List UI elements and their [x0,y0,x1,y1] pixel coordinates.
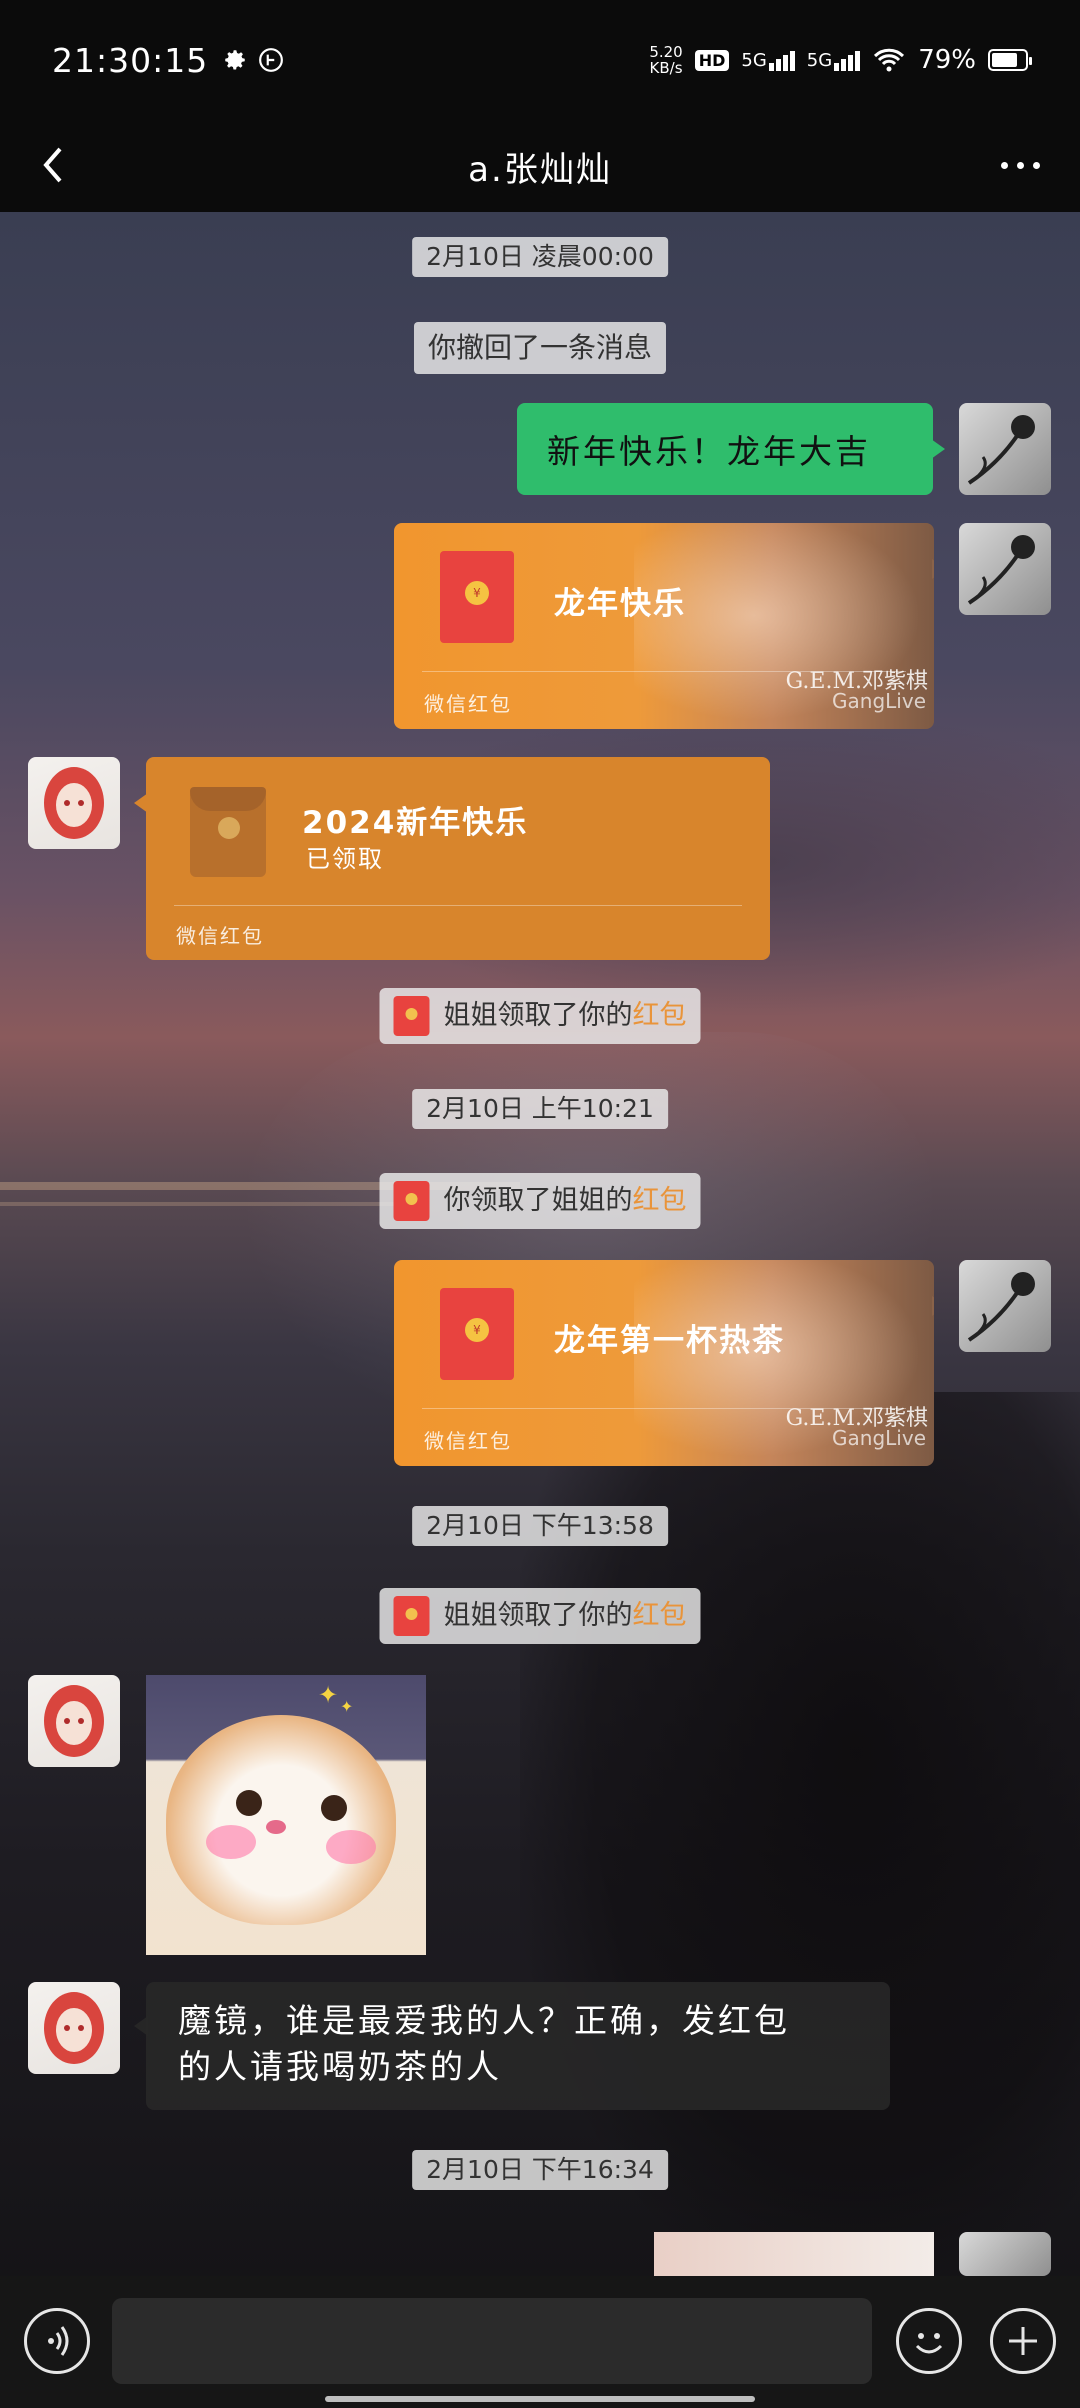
net-speed: 5.20 KB/s [649,44,682,76]
more-actions-button[interactable] [990,2308,1056,2374]
hongbao-card[interactable]: ¥ 龙年快乐 微信红包 G.E.M.邓紫棋 GangLive [394,523,934,729]
more-dots-icon [1000,161,1008,169]
back-button[interactable] [30,140,80,190]
battery-icon [988,49,1032,71]
avatar[interactable] [959,403,1051,495]
net2-label: 5G [806,49,833,71]
wifi-icon [874,48,905,72]
notice-text: 你领取了姐姐的 [443,1185,633,1216]
message-text-line: 魔镜，谁是最爱我的人？正确，发红包 [178,2001,790,2040]
rose-icon [967,1272,1035,1342]
hongbao-title: 2024新年快乐 [302,805,529,841]
red-envelope-icon [393,996,430,1036]
cat-face [166,1715,396,1925]
emoji-button[interactable] [896,2308,962,2374]
hd-icon: HD [694,49,730,71]
hongbao-card-opened[interactable]: 2024新年快乐 已领取 微信红包 [134,757,770,960]
hongbao-footer: 微信红包 [176,924,264,948]
hongbao-status: 已领取 [306,845,384,873]
avatar[interactable] [959,2232,1051,2276]
hongbao-claim-notice: 你领取了姐姐的红包 [379,1173,701,1229]
hongbao-title: 龙年快乐 [554,586,686,622]
anime-girl-icon [44,1685,104,1757]
chevron-left-icon [43,147,62,183]
rose-icon [967,535,1035,605]
battery-percent: 79% [918,45,976,75]
cat-eye [236,1790,262,1816]
timestamp: 2月10日 下午16:34 [412,2150,668,2190]
message-text: 新年快乐！龙年大吉 [547,432,871,471]
nfc-icon [259,48,284,72]
plus-icon [1009,2327,1037,2355]
red-envelope-icon: ¥ [440,1288,514,1380]
avatar[interactable] [959,1260,1051,1352]
net-speed-value: 5.20 [649,43,683,61]
status-time: 21:30:15 [52,40,209,80]
cat-blush [206,1825,256,1859]
anime-girl-icon [44,767,104,839]
timestamp: 2月10日 凌晨00:00 [412,237,668,277]
divider [174,905,742,906]
voice-button[interactable] [24,2308,90,2374]
status-icons-left [222,47,284,73]
image-message-partial[interactable] [654,2232,934,2276]
avatar[interactable] [28,757,120,849]
status-right: 5.20 KB/s HD 5G 5G 79% [649,44,1032,76]
signal-icon-2: 5G [806,49,861,71]
hongbao-claim-notice: 姐姐领取了你的红包 [379,1588,701,1644]
input-bar [0,2276,1080,2408]
anime-girl-icon [44,1992,104,2064]
signal-icon: 5G [741,49,795,71]
rose-icon [967,415,1035,485]
net-speed-unit: KB/s [649,59,683,77]
red-envelope-icon [393,1596,430,1636]
hongbao-footer: 微信红包 [424,1429,512,1453]
cat-sticker[interactable]: ✦ ✦ [146,1675,426,1955]
home-indicator[interactable] [325,2396,755,2402]
chat-title[interactable]: a.张灿灿 [468,142,612,191]
hongbao-footer: 微信红包 [424,692,512,716]
cat-nose [266,1820,286,1834]
chat-header: a.张灿灿 [0,120,1080,212]
hongbao-link[interactable]: 红包 [633,1000,687,1031]
opened-envelope-icon [190,787,266,877]
net1-label: 5G [741,49,767,71]
hongbao-title: 龙年第一杯热茶 [554,1323,785,1359]
avatar[interactable] [959,523,1051,615]
sparkle-icon: ✦ [318,1681,339,1709]
hongbao-link[interactable]: 红包 [633,1600,687,1631]
message-input[interactable] [112,2298,872,2384]
message-text-line: 的人请我喝奶茶的人 [178,2047,502,2086]
recall-notice: 你撤回了一条消息 [413,322,667,374]
chat-area[interactable] [0,212,1080,2276]
cat-blush [326,1830,376,1864]
avatar[interactable] [28,1982,120,2074]
sparkle-icon: ✦ [340,1697,354,1716]
emoji-icon [915,2333,943,2354]
voice-icon [48,2326,69,2356]
hongbao-brand-sub: GangLive [832,1426,926,1450]
notice-text: 姐姐领取了你的 [443,1000,633,1031]
message-bubble-outgoing[interactable]: 新年快乐！龙年大吉 [517,403,945,495]
message-bubble-incoming[interactable]: 魔镜，谁是最爱我的人？正确，发红包 的人请我喝奶茶的人 [134,1982,890,2110]
red-envelope-icon [393,1181,430,1221]
avatar[interactable] [28,1675,120,1767]
cat-eye [321,1795,347,1821]
hongbao-card[interactable]: ¥ 龙年第一杯热茶 微信红包 G.E.M.邓紫棋 GangLive [394,1260,934,1466]
timestamp: 2月10日 下午13:58 [412,1506,668,1546]
hongbao-brand-sub: GangLive [832,689,926,713]
gear-icon [225,50,245,70]
red-envelope-icon: ¥ [440,551,514,643]
hongbao-claim-notice: 姐姐领取了你的红包 [379,988,701,1044]
timestamp: 2月10日 上午10:21 [412,1089,668,1129]
hongbao-link[interactable]: 红包 [633,1185,687,1216]
status-bar: 21:30:15 5.20 KB/s HD 5G 5G 79% [0,0,1080,120]
notice-text: 姐姐领取了你的 [443,1600,633,1631]
more-button[interactable] [990,140,1050,190]
